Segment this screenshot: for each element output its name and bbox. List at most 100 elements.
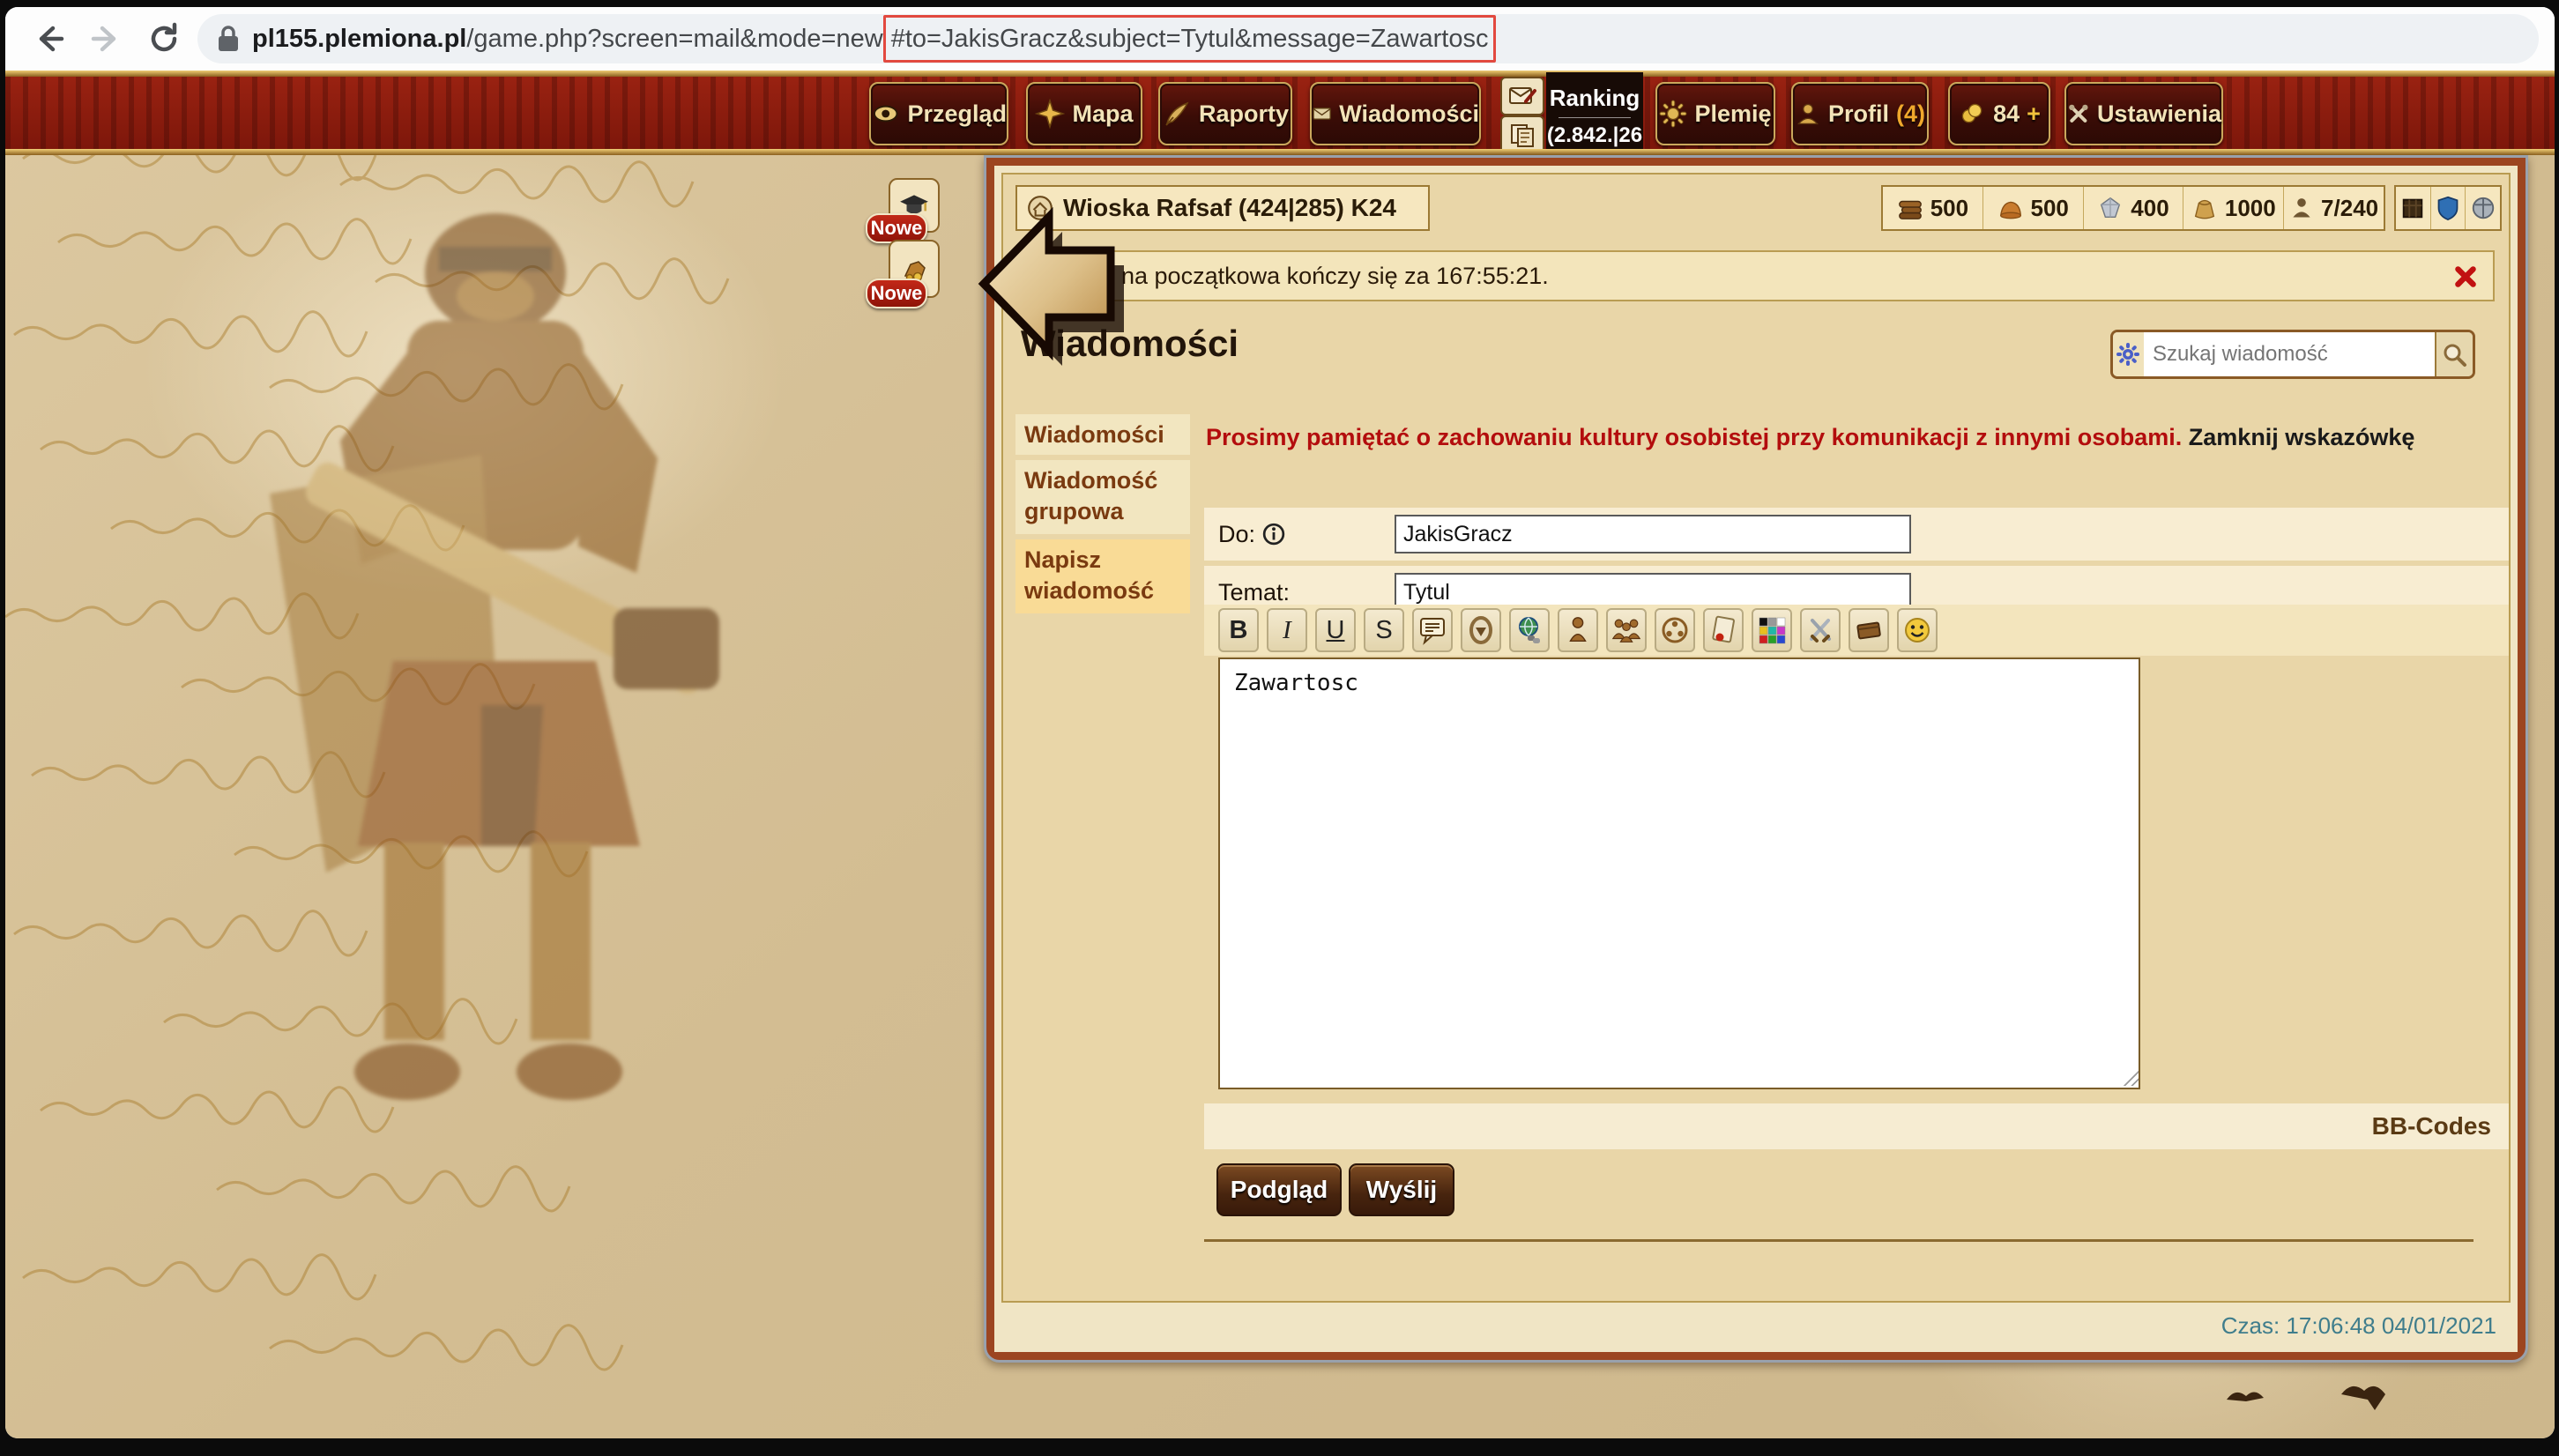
- ranking-title: Ranking: [1546, 85, 1643, 112]
- game-panel: Wioska Rafsaf (424|285) K24 500 500: [984, 155, 2528, 1363]
- reports-mini-button[interactable]: [1500, 115, 1544, 154]
- compose-mail-mini-button[interactable]: [1500, 77, 1544, 115]
- envelope-icon: [1312, 99, 1332, 129]
- reports-papers-icon: [1509, 123, 1536, 147]
- wood-block-icon: [1853, 614, 1885, 646]
- smiley-icon: [1901, 614, 1933, 646]
- nav-messages-button[interactable]: Wiadomości: [1310, 82, 1481, 145]
- game-navbar: Przegląd Mapa Raporty Wiadomości Rank: [5, 71, 2555, 155]
- color-grid-icon: [1757, 615, 1787, 645]
- url-domain: pl155.plemiona.pl: [252, 25, 466, 53]
- emoji-button[interactable]: [1897, 608, 1938, 652]
- nav-messages-label: Wiadomości: [1339, 100, 1479, 128]
- crossed-swords-icon: [1804, 614, 1836, 646]
- browser-toolbar: pl155.plemiona.pl/game.php?screen=mail&m…: [5, 7, 2555, 71]
- quote-button[interactable]: [1412, 608, 1453, 652]
- nav-overview-label: Przegląd: [907, 100, 1007, 128]
- tribe-button[interactable]: [1655, 608, 1695, 652]
- nav-profile-button[interactable]: Profil (4): [1791, 82, 1929, 145]
- url-globe-icon: [1514, 614, 1545, 646]
- menu-item-group-message[interactable]: Wiadomość grupowa: [1015, 460, 1190, 534]
- sun-gear-icon: [1659, 100, 1687, 128]
- game-viewport: Przegląd Mapa Raporty Wiadomości Rank: [5, 71, 2555, 1438]
- etiquette-warning-text: Prosimy pamiętać o zachowaniu kultury os…: [1206, 424, 2189, 450]
- close-hint-link[interactable]: Zamknij wskazówkę: [2189, 424, 2415, 450]
- building-button[interactable]: [1849, 608, 1889, 652]
- strike-button[interactable]: S: [1364, 608, 1404, 652]
- back-icon[interactable]: [30, 19, 69, 58]
- nav-premium-plus: +: [2027, 100, 2041, 128]
- browser-window: pl155.plemiona.pl/game.php?screen=mail&m…: [5, 7, 2555, 1438]
- editor-toolbar: B I U S: [1204, 605, 2509, 656]
- parchment-script-decoration: [5, 141, 984, 1428]
- preview-button[interactable]: Podgląd: [1216, 1163, 1342, 1216]
- panel-content: Wioska Rafsaf (424|285) K24 500 500: [1001, 173, 2511, 1303]
- menu-item-compose[interactable]: Napisz wiadomość: [1015, 539, 1190, 613]
- bird-icon: [2191, 1375, 2456, 1428]
- info-icon[interactable]: [1262, 523, 1285, 546]
- bbcodes-link[interactable]: BB-Codes: [2372, 1112, 2491, 1140]
- color-button[interactable]: [1752, 608, 1792, 652]
- compose-area: Prosimy pamiętać o zachowaniu kultury os…: [1204, 175, 2509, 1301]
- url-button[interactable]: [1509, 608, 1550, 652]
- nav-reports-label: Raporty: [1199, 100, 1289, 128]
- send-button[interactable]: Wyślij: [1349, 1163, 1454, 1216]
- nav-tribe-button[interactable]: Plemię: [1655, 82, 1775, 145]
- lock-icon: [217, 25, 240, 53]
- village-link-icon: [1465, 614, 1497, 646]
- player-button[interactable]: [1558, 608, 1598, 652]
- quest-tab-tutorial-badge: Nowe: [866, 213, 927, 243]
- reload-icon[interactable]: [145, 19, 183, 58]
- ranking-widget[interactable]: Ranking (2.842.|26 P): [1546, 72, 1643, 153]
- compass-star-icon: [1035, 99, 1065, 129]
- nav-map-button[interactable]: Mapa: [1026, 82, 1142, 145]
- url-bar[interactable]: pl155.plemiona.pl/game.php?screen=mail&m…: [197, 14, 2539, 63]
- message-body-textarea[interactable]: Zawartosc: [1218, 657, 2140, 1089]
- nav-settings-button[interactable]: Ustawienia: [2064, 82, 2223, 145]
- bbcodes-row: BB-Codes: [1204, 1103, 2509, 1149]
- tools-icon: [2066, 100, 2090, 128]
- url-fragment-highlight: #to=JakisGracz&subject=Tytul&message=Zaw…: [883, 15, 1497, 63]
- underline-button[interactable]: U: [1315, 608, 1356, 652]
- bold-button[interactable]: B: [1218, 608, 1259, 652]
- nav-reports-button[interactable]: Raporty: [1158, 82, 1292, 145]
- ranking-divider: [1558, 117, 1630, 118]
- report-button[interactable]: [1703, 608, 1744, 652]
- nav-premium-value: 84: [1993, 100, 2020, 128]
- village-link-button[interactable]: [1461, 608, 1501, 652]
- nav-tribe-label: Plemię: [1694, 100, 1771, 128]
- recipient-label-cell: Do:: [1204, 521, 1395, 548]
- nav-profile-count: (4): [1896, 100, 1925, 128]
- nav-premium-button[interactable]: 84 +: [1948, 82, 2050, 145]
- person-icon: [1795, 100, 1821, 128]
- eye-icon: [871, 99, 900, 129]
- recipient-input[interactable]: [1395, 515, 1911, 553]
- player-icon: [1563, 614, 1593, 646]
- unit-button[interactable]: [1800, 608, 1841, 652]
- recipient-row: Do:: [1204, 508, 2509, 561]
- nav-profile-label: Profil: [1828, 100, 1889, 128]
- url-text: pl155.plemiona.pl/game.php?screen=mail&m…: [252, 25, 1496, 54]
- url-path: /game.php?screen=mail&mode=new: [466, 25, 882, 53]
- forward-icon[interactable]: [86, 19, 125, 58]
- quote-icon: [1417, 614, 1448, 646]
- players-icon: [1610, 614, 1643, 646]
- quest-tab-rewards-badge: Nowe: [866, 279, 927, 308]
- panel-frame: Wioska Rafsaf (424|285) K24 500 500: [994, 166, 2518, 1352]
- report-scroll-icon: [1707, 614, 1739, 646]
- menu-item-messages[interactable]: Wiadomości: [1015, 414, 1190, 455]
- players-button[interactable]: [1606, 608, 1647, 652]
- tribe-ring-icon: [1659, 614, 1691, 646]
- quill-icon: [1162, 99, 1192, 129]
- nav-map-label: Mapa: [1072, 100, 1133, 128]
- recipient-label: Do:: [1218, 521, 1255, 548]
- nav-overview-button[interactable]: Przegląd: [869, 82, 1008, 145]
- nav-settings-label: Ustawienia: [2097, 100, 2221, 128]
- coins-icon: [1958, 100, 1986, 127]
- server-time: Czas: 17:06:48 04/01/2021: [1001, 1306, 2511, 1345]
- etiquette-warning: Prosimy pamiętać o zachowaniu kultury os…: [1206, 423, 2472, 453]
- divider: [1204, 1239, 2473, 1242]
- italic-button[interactable]: I: [1267, 608, 1307, 652]
- village-icon: [1026, 194, 1054, 222]
- compose-icon: [1508, 84, 1536, 108]
